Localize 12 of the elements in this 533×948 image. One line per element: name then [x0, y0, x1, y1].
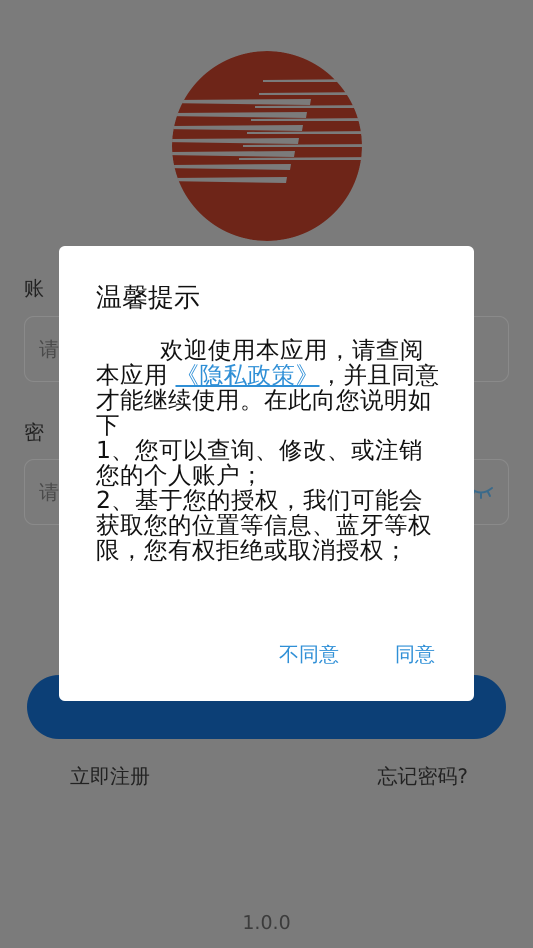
dialog-message: 1、您可以查询、修改、或注销您的个人账户； — [96, 438, 424, 488]
dialog-message: 2、基于您的授权，我们可能会获取您的位置等信息、蓝牙等权限，您有权拒绝或取消授权； — [96, 488, 433, 563]
agree-button[interactable]: 同意 — [395, 639, 435, 669]
disagree-button[interactable]: 不同意 — [279, 639, 339, 669]
field-label: 账 — [24, 276, 44, 300]
register-link[interactable]: 立即注册 — [70, 761, 150, 791]
dialog-title: 温馨提示 — [96, 282, 200, 314]
field-label: 密 — [24, 420, 44, 444]
forgot-password-link[interactable]: 忘记密码? — [377, 761, 468, 791]
privacy-policy-link[interactable]: 《隐私政策》 — [175, 361, 320, 389]
dialog-message: 欢迎使用本应用，请查阅本应用 《隐私政策》，并且同意才能继续使用。在此向您说明如下 — [96, 338, 440, 438]
version-text: 1.0.0 — [242, 911, 291, 936]
